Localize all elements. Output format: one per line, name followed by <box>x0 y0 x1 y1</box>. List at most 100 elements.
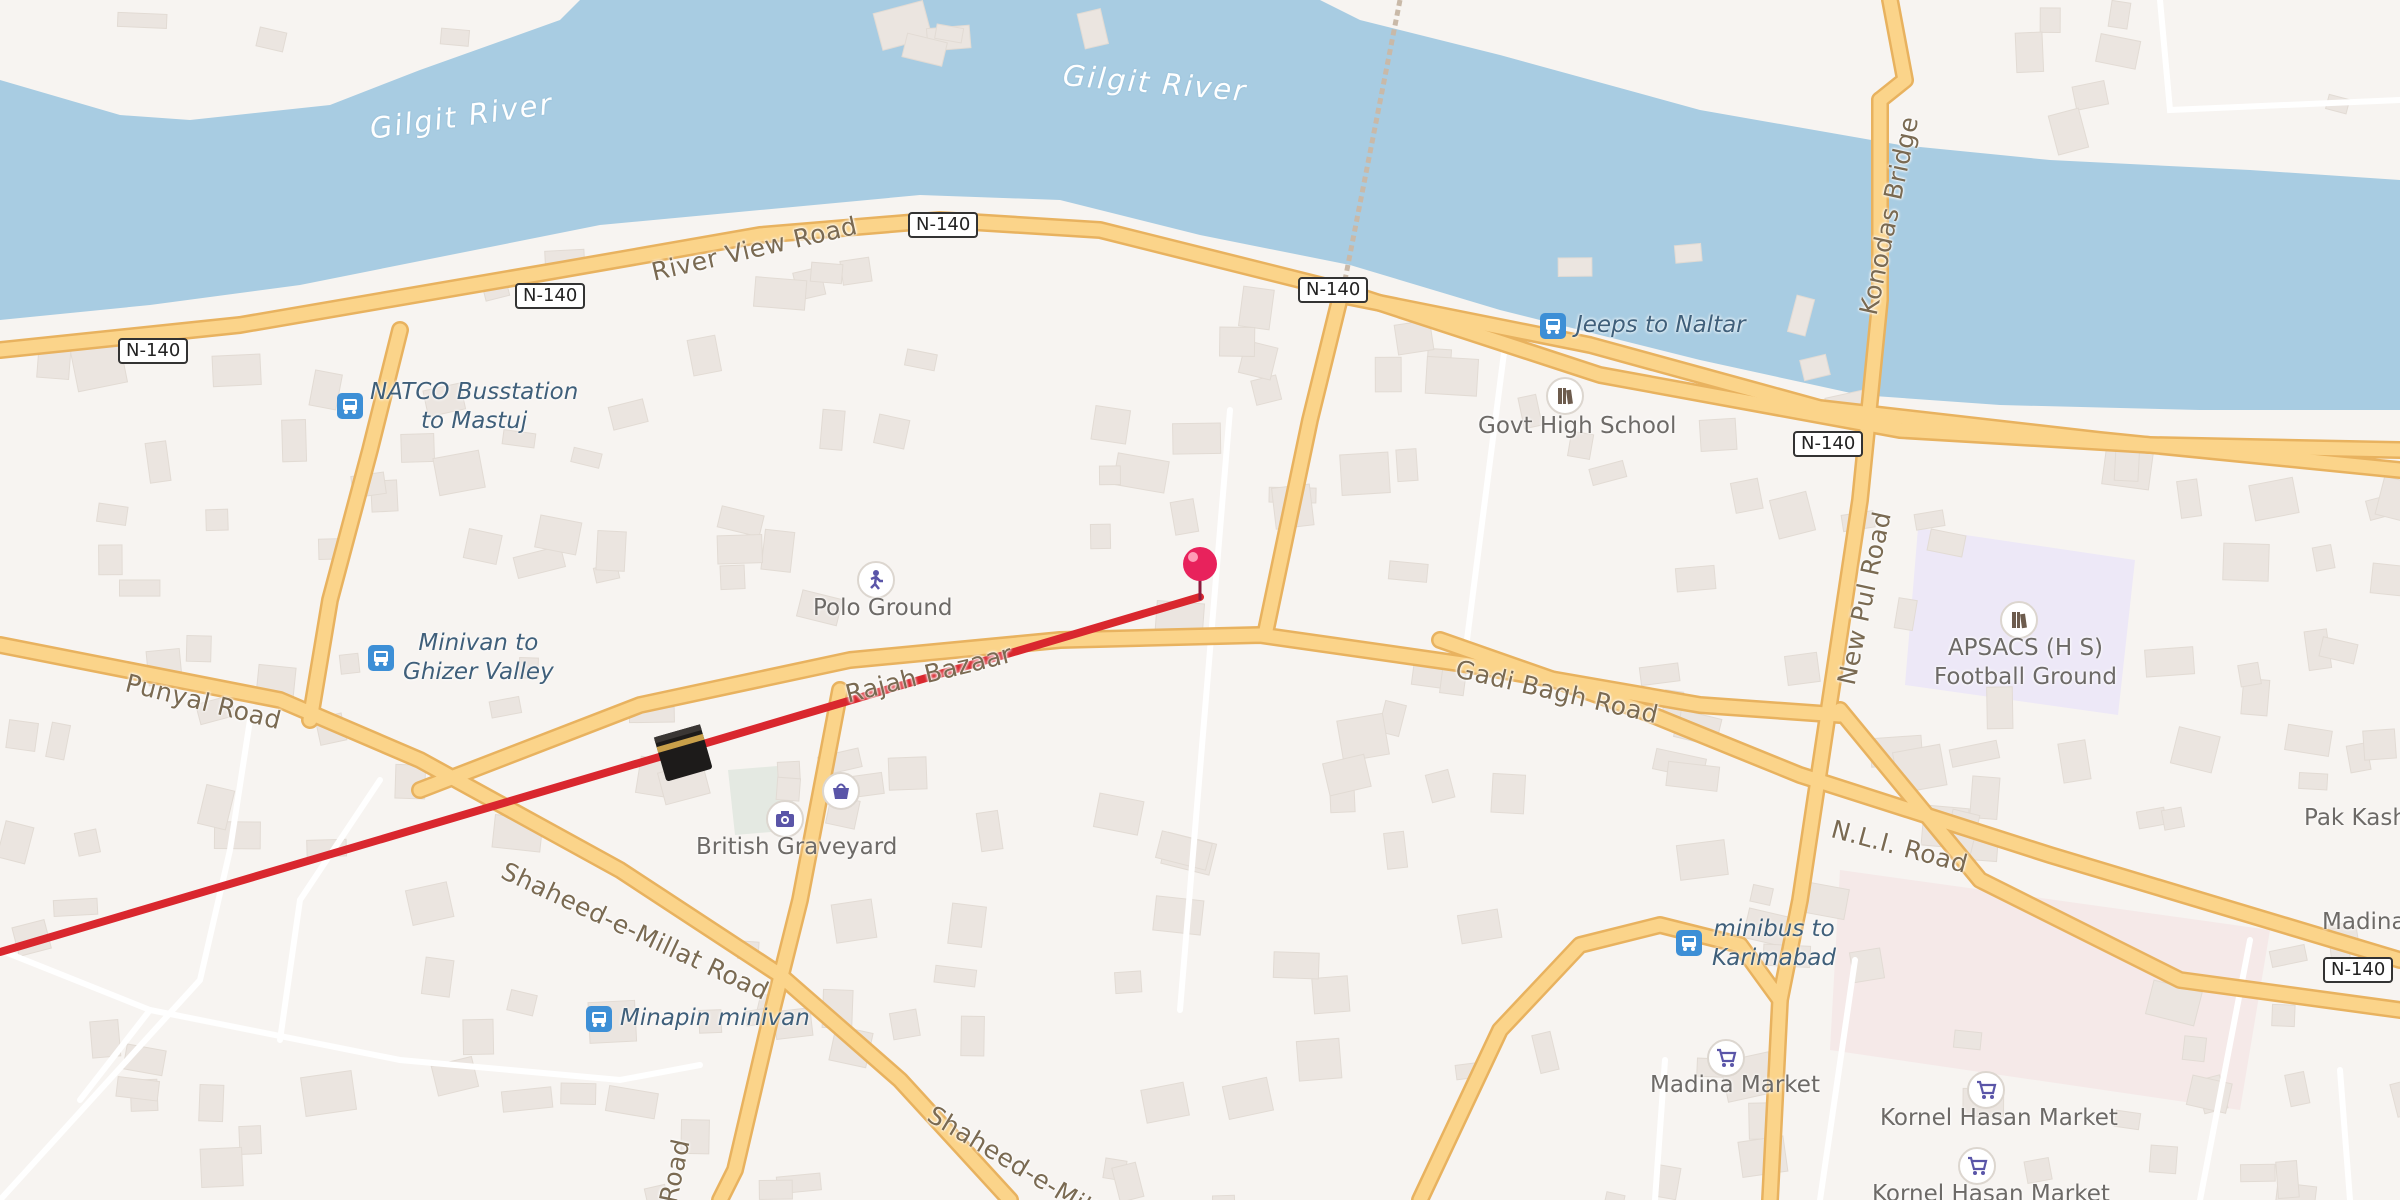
building-footprint <box>809 261 844 285</box>
building-footprint <box>752 276 808 311</box>
building-footprint <box>1339 451 1391 496</box>
school-icon[interactable] <box>2000 601 2038 639</box>
building-footprint <box>1089 523 1112 550</box>
building-footprint <box>2239 1163 2276 1183</box>
building-footprint <box>95 502 129 526</box>
building-footprint <box>1090 405 1132 445</box>
highway-shield: N-140 <box>2323 957 2394 983</box>
building-footprint <box>1638 662 1681 687</box>
building-footprint <box>975 809 1004 853</box>
bus-stop-icon[interactable] <box>586 1006 612 1032</box>
building-footprint <box>2222 542 2270 582</box>
building-footprint <box>98 544 123 576</box>
building-footprint <box>2144 646 2196 678</box>
building-footprint <box>1600 1191 1626 1200</box>
building-footprint <box>462 1018 495 1056</box>
building-footprint <box>400 432 436 463</box>
building-footprint <box>2176 478 2203 519</box>
building-footprint <box>1424 768 1456 804</box>
building-footprint <box>1490 772 1527 815</box>
building-footprint <box>1517 393 1543 430</box>
building-footprint <box>2039 7 2061 33</box>
building-footprint <box>73 828 102 857</box>
building-footprint <box>1321 753 1372 797</box>
building-footprint <box>1698 417 1738 452</box>
building-footprint <box>1768 490 1817 540</box>
building-footprint <box>1729 477 1764 514</box>
building-footprint <box>2298 771 2329 791</box>
building-footprint <box>1557 257 1593 277</box>
building-footprint <box>1237 285 1275 331</box>
building-footprint <box>2284 723 2333 757</box>
sports-icon[interactable] <box>857 561 895 599</box>
bus-stop-icon[interactable] <box>1540 313 1566 339</box>
map-canvas[interactable] <box>0 0 2400 1200</box>
building-footprint <box>1169 498 1200 536</box>
building-footprint <box>1674 564 1717 593</box>
building-footprint <box>760 528 796 573</box>
building-footprint <box>1749 883 1774 906</box>
building-footprint <box>719 564 746 591</box>
building-footprint <box>1172 422 1222 455</box>
building-footprint <box>1969 775 2001 821</box>
building-footprint <box>195 694 237 726</box>
bus-stop-icon[interactable] <box>368 645 394 671</box>
building-footprint <box>1673 242 1703 264</box>
bus-stop-icon[interactable] <box>337 393 363 419</box>
building-footprint <box>1092 792 1145 836</box>
building-footprint <box>300 1070 358 1117</box>
school-icon[interactable] <box>1546 377 1584 415</box>
building-footprint <box>1566 430 1595 460</box>
building-footprint <box>680 1119 710 1155</box>
camera-icon[interactable] <box>766 800 804 838</box>
building-footprint <box>144 440 172 484</box>
building-footprint <box>255 26 288 53</box>
building-footprint <box>1112 452 1170 494</box>
building-footprint <box>1424 355 1480 397</box>
map-view[interactable]: Gilgit River Gilgit River River View Roa… <box>0 0 2400 1200</box>
building-footprint <box>534 514 583 556</box>
building-footprint <box>2113 1109 2142 1131</box>
building-footprint <box>903 348 938 372</box>
building-footprint <box>211 353 262 388</box>
building-footprint <box>115 1076 161 1102</box>
building-footprint <box>2284 1070 2311 1108</box>
building-footprint <box>1456 908 1503 945</box>
shopping-cart-icon[interactable] <box>1967 1071 2005 1109</box>
highway-shield: N-140 <box>1298 277 1369 303</box>
building-footprint <box>1221 1076 1275 1121</box>
building-footprint <box>185 634 212 663</box>
building-footprint <box>2181 1035 2208 1063</box>
building-footprint <box>119 579 161 597</box>
route-line <box>0 593 1204 956</box>
building-footprint <box>500 1086 554 1113</box>
building-footprint <box>607 398 649 431</box>
building-footprint <box>570 446 603 469</box>
building-footprint <box>1675 839 1729 881</box>
building-footprint <box>501 429 537 449</box>
building-footprint <box>758 1179 793 1200</box>
building-footprint <box>518 656 539 679</box>
building-footprint <box>1374 356 1402 393</box>
highway-shield: N-140 <box>908 212 979 238</box>
building-footprint <box>1395 448 1419 483</box>
shopping-bag-icon[interactable] <box>822 772 860 810</box>
building-footprint <box>1913 509 1946 531</box>
building-footprint <box>775 776 802 802</box>
building-footprint <box>238 1125 263 1155</box>
building-footprint <box>2095 33 2142 70</box>
building-footprint <box>1218 326 1256 357</box>
shopping-cart-icon[interactable] <box>1707 1039 1745 1077</box>
bus-stop-icon[interactable] <box>1676 930 1702 956</box>
shopping-cart-icon[interactable] <box>1958 1147 1996 1185</box>
building-footprint <box>404 881 455 927</box>
building-footprint <box>0 820 35 865</box>
building-footprint <box>888 1008 921 1041</box>
building-footprint <box>2071 79 2110 111</box>
building-footprint <box>872 413 911 450</box>
building-footprint <box>1311 975 1351 1015</box>
building-footprint <box>2362 728 2397 761</box>
building-footprint <box>839 256 873 286</box>
building-footprint <box>887 756 928 791</box>
building-footprint <box>2389 1072 2400 1118</box>
